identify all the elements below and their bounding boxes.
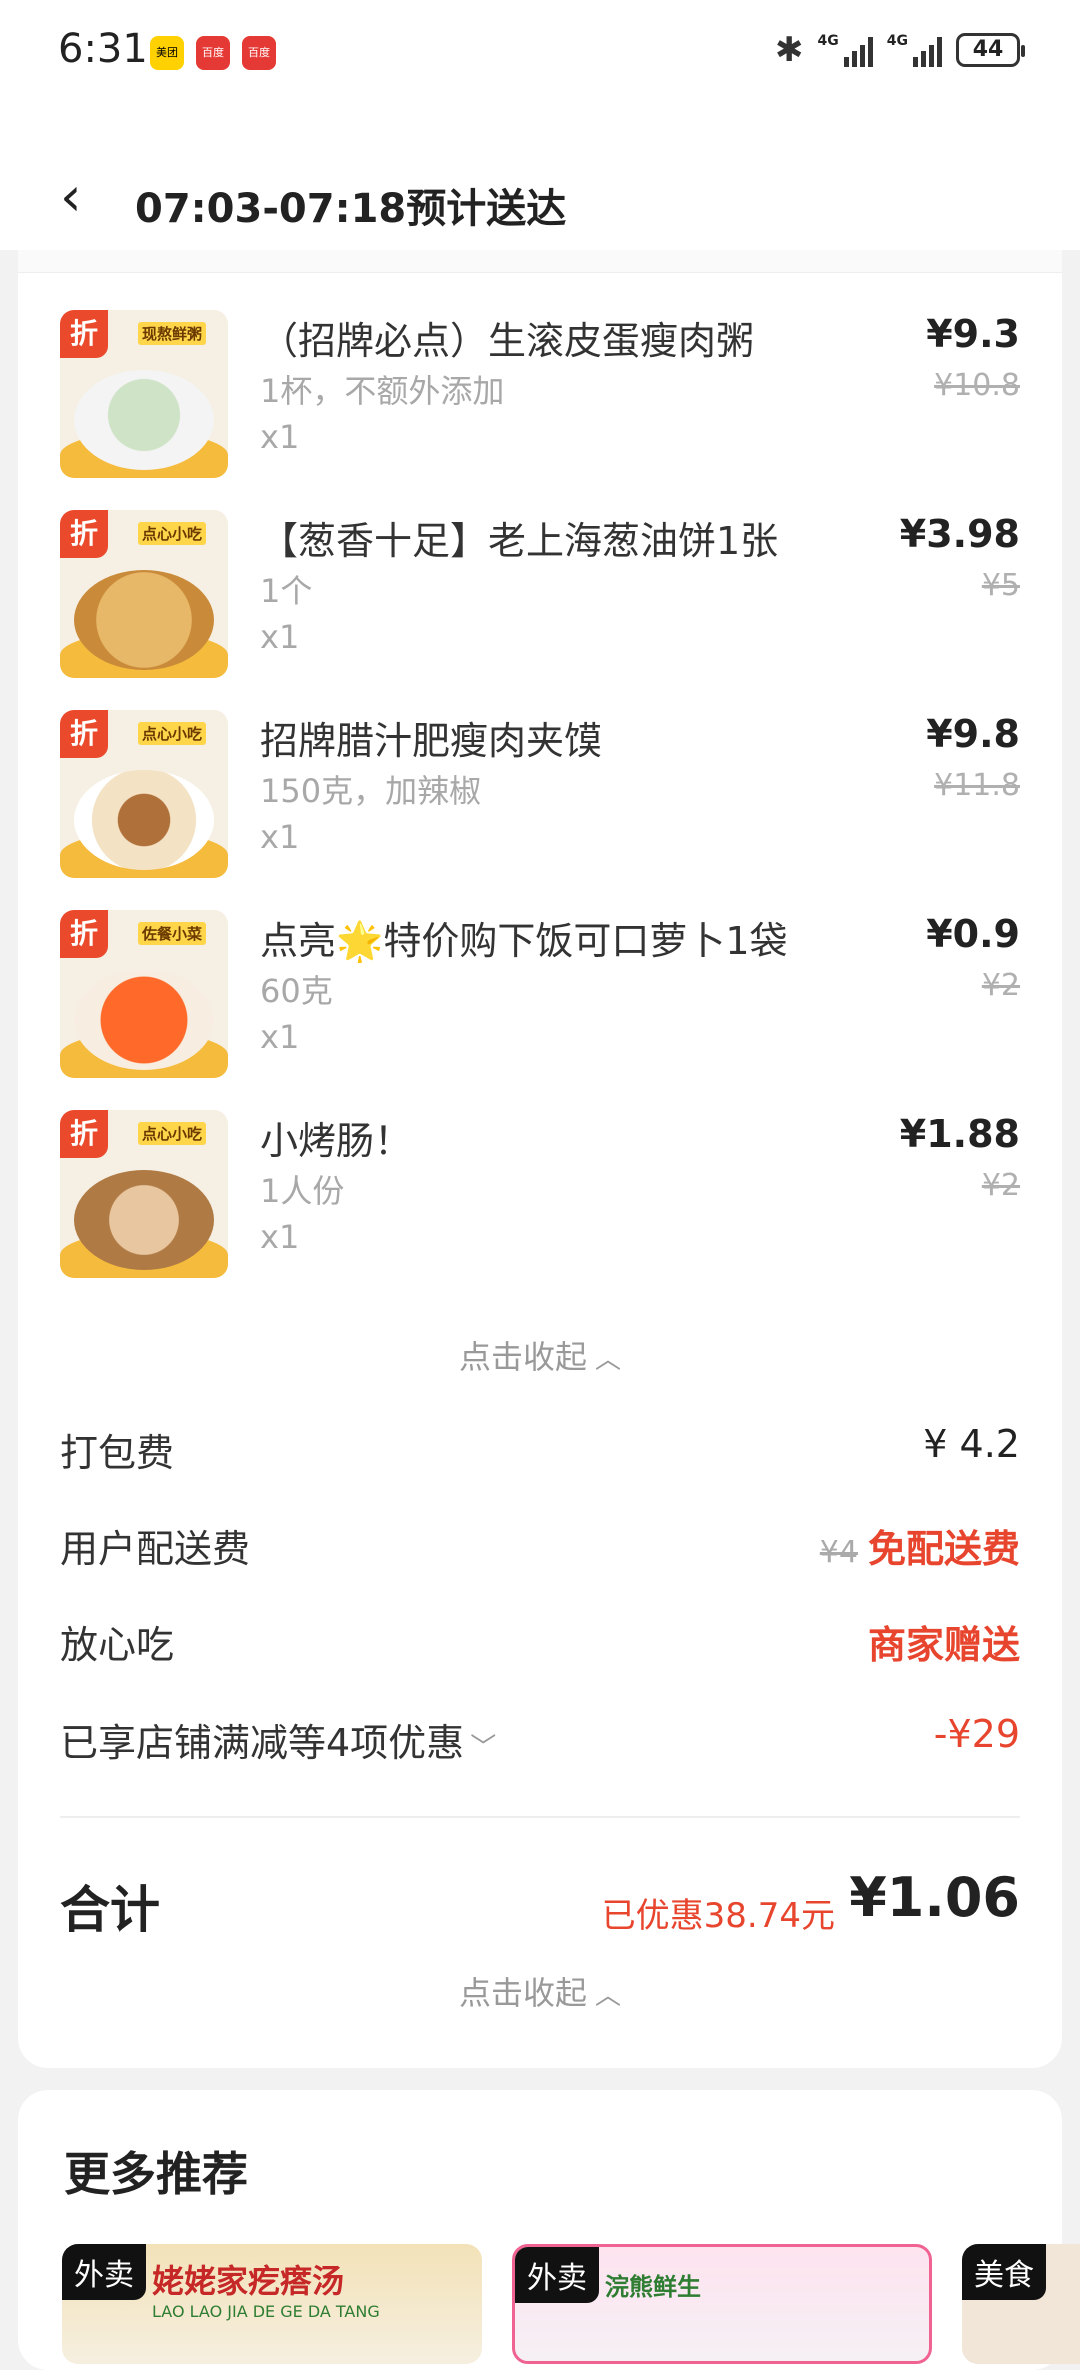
- item-name: 招牌腊汁肥瘦肉夹馍: [260, 719, 603, 763]
- chevron-up-icon: ︿: [595, 1345, 622, 1375]
- chevron-up-icon: ︿: [595, 1981, 622, 2011]
- page-title: 07:03-07:18预计送达: [135, 186, 567, 232]
- delivery-fee-row: 用户配送费 ¥4 免配送费: [60, 1518, 1020, 1578]
- back-arrow-icon[interactable]: ‹: [60, 170, 82, 224]
- total-value: ¥1.06: [849, 1866, 1020, 1929]
- item-name: 小烤肠！: [260, 1119, 413, 1163]
- tile-badge: 外卖: [62, 2244, 146, 2300]
- tile-subtitle: LAO LAO JIA DE GE DA TANG: [152, 2302, 380, 2321]
- collapse-label: 点击收起: [458, 1974, 587, 2012]
- item-spec: 150克，加辣椒: [260, 772, 482, 810]
- delivery-fee-original: ¥4: [819, 1535, 858, 1570]
- recommendation-title: 更多推荐: [64, 2147, 248, 2201]
- order-item[interactable]: 折 点心小吃 【葱香十足】老上海葱油饼1张 1个 x1 ¥3.98 ¥5: [60, 510, 1020, 700]
- item-spec: 1个: [260, 572, 313, 610]
- safe-eat-value: 商家赠送: [867, 1623, 1020, 1667]
- item-original-price: ¥2: [981, 968, 1020, 1003]
- tile-badge: 美食: [962, 2244, 1046, 2300]
- chevron-down-icon[interactable]: ﹀: [470, 1733, 496, 1763]
- order-item[interactable]: 折 点心小吃 招牌腊汁肥瘦肉夹馍 150克，加辣椒 x1 ¥9.8 ¥11.8: [60, 710, 1020, 900]
- category-tag: 现熬鲜粥: [138, 322, 207, 345]
- discount-row[interactable]: 已享店铺满减等4项优惠 ﹀ -¥29: [60, 1712, 1020, 1772]
- category-tag: 点心小吃: [138, 522, 207, 545]
- card-top-edge: [18, 250, 1062, 273]
- delivery-fee-label: 用户配送费: [60, 1527, 251, 1571]
- category-tag: 点心小吃: [138, 1122, 207, 1145]
- item-quantity: x1: [260, 818, 300, 856]
- item-original-price: ¥2: [981, 1168, 1020, 1203]
- item-thumbnail: 折 点心小吃: [60, 1110, 228, 1278]
- item-spec: 1人份: [260, 1172, 345, 1210]
- discount-value: -¥29: [933, 1712, 1020, 1756]
- discount-tag: 折: [60, 710, 108, 758]
- total-label: 合计: [60, 1881, 160, 1939]
- item-name: 【葱香十足】老上海葱油饼1张: [260, 519, 779, 563]
- safe-eat-row: 放心吃 商家赠送: [60, 1614, 1020, 1674]
- status-time: 6:31: [58, 26, 148, 72]
- bluetooth-icon: ✱: [775, 30, 804, 70]
- tile-badge: 外卖: [515, 2247, 599, 2303]
- signal-icon-2: 4G: [887, 33, 942, 67]
- order-item[interactable]: 折 点心小吃 小烤肠！ 1人份 x1 ¥1.88 ¥2: [60, 1110, 1020, 1300]
- item-thumbnail: 折 点心小吃: [60, 510, 228, 678]
- meituan-app-icon: 美团: [150, 36, 184, 70]
- total-saved: 已优惠38.74元: [601, 1896, 835, 1936]
- item-thumbnail: 折 佐餐小菜: [60, 910, 228, 1078]
- item-original-price: ¥5: [981, 568, 1020, 603]
- item-quantity: x1: [260, 418, 300, 456]
- item-quantity: x1: [260, 1218, 300, 1256]
- packing-fee-row: 打包费 ¥ 4.2: [60, 1422, 1020, 1482]
- battery-icon: 44: [956, 33, 1025, 67]
- divider: [60, 1816, 1020, 1818]
- item-price: ¥9.3: [926, 312, 1020, 356]
- item-name: 点亮🌟特价购下饭可口萝卜1袋: [260, 919, 788, 963]
- discount-tag: 折: [60, 310, 108, 358]
- recommendation-tile[interactable]: 外卖 浣熊鲜生: [512, 2244, 932, 2364]
- collapse-label: 点击收起: [458, 1338, 587, 1376]
- item-price: ¥1.88: [899, 1112, 1020, 1156]
- item-spec: 1杯，不额外添加: [260, 372, 505, 410]
- item-thumbnail: 折 现熬鲜粥: [60, 310, 228, 478]
- status-icons: ✱ 4G 4G 44: [775, 30, 1025, 70]
- tile-title: 浣熊鲜生: [605, 2273, 701, 2301]
- packing-fee-value: ¥ 4.2: [923, 1422, 1020, 1466]
- item-price: ¥9.8: [926, 712, 1020, 756]
- delivery-fee-value-group: ¥4 免配送费: [820, 1518, 1020, 1573]
- collapse-items-button[interactable]: 点击收起 ︿: [0, 1332, 1080, 1378]
- order-item[interactable]: 折 现熬鲜粥 （招牌必点）生滚皮蛋瘦肉粥 1杯，不额外添加 x1 ¥9.3 ¥1…: [60, 310, 1020, 500]
- delivery-fee-value: 免配送费: [867, 1527, 1020, 1571]
- recommendation-tile[interactable]: 美食: [962, 2244, 1080, 2364]
- item-quantity: x1: [260, 618, 300, 656]
- item-price: ¥0.9: [926, 912, 1020, 956]
- item-original-price: ¥11.8: [934, 768, 1020, 803]
- signal-icon: 4G: [818, 33, 873, 67]
- category-tag: 点心小吃: [138, 722, 207, 745]
- item-thumbnail: 折 点心小吃: [60, 710, 228, 878]
- item-spec: 60克: [260, 972, 333, 1010]
- discount-tag: 折: [60, 910, 108, 958]
- discount-label: 已享店铺满减等4项优惠: [60, 1721, 465, 1765]
- item-name: （招牌必点）生滚皮蛋瘦肉粥: [260, 319, 755, 363]
- item-price: ¥3.98: [899, 512, 1020, 556]
- page-header: ‹ 07:03-07:18预计送达: [0, 110, 1080, 250]
- baidu-app-icon-2: 百度: [242, 36, 276, 70]
- discount-tag: 折: [60, 1110, 108, 1158]
- safe-eat-label: 放心吃: [60, 1623, 175, 1667]
- order-item[interactable]: 折 佐餐小菜 点亮🌟特价购下饭可口萝卜1袋 60克 x1 ¥0.9 ¥2: [60, 910, 1020, 1100]
- baidu-app-icon: 百度: [196, 36, 230, 70]
- category-tag: 佐餐小菜: [138, 922, 207, 945]
- item-original-price: ¥10.8: [934, 368, 1020, 403]
- discount-tag: 折: [60, 510, 108, 558]
- discount-label-group: 已享店铺满减等4项优惠 ﹀: [60, 1712, 496, 1767]
- item-quantity: x1: [260, 1018, 300, 1056]
- recommendation-tile[interactable]: 外卖 姥姥家疙瘩汤 LAO LAO JIA DE GE DA TANG: [62, 2244, 482, 2364]
- tile-title: 姥姥家疙瘩汤: [152, 2262, 345, 2300]
- packing-fee-label: 打包费: [60, 1431, 175, 1475]
- status-bar: 6:31 美团 百度 百度 ✱ 4G 4G 44: [0, 0, 1080, 110]
- collapse-summary-button[interactable]: 点击收起 ︿: [0, 1968, 1080, 2014]
